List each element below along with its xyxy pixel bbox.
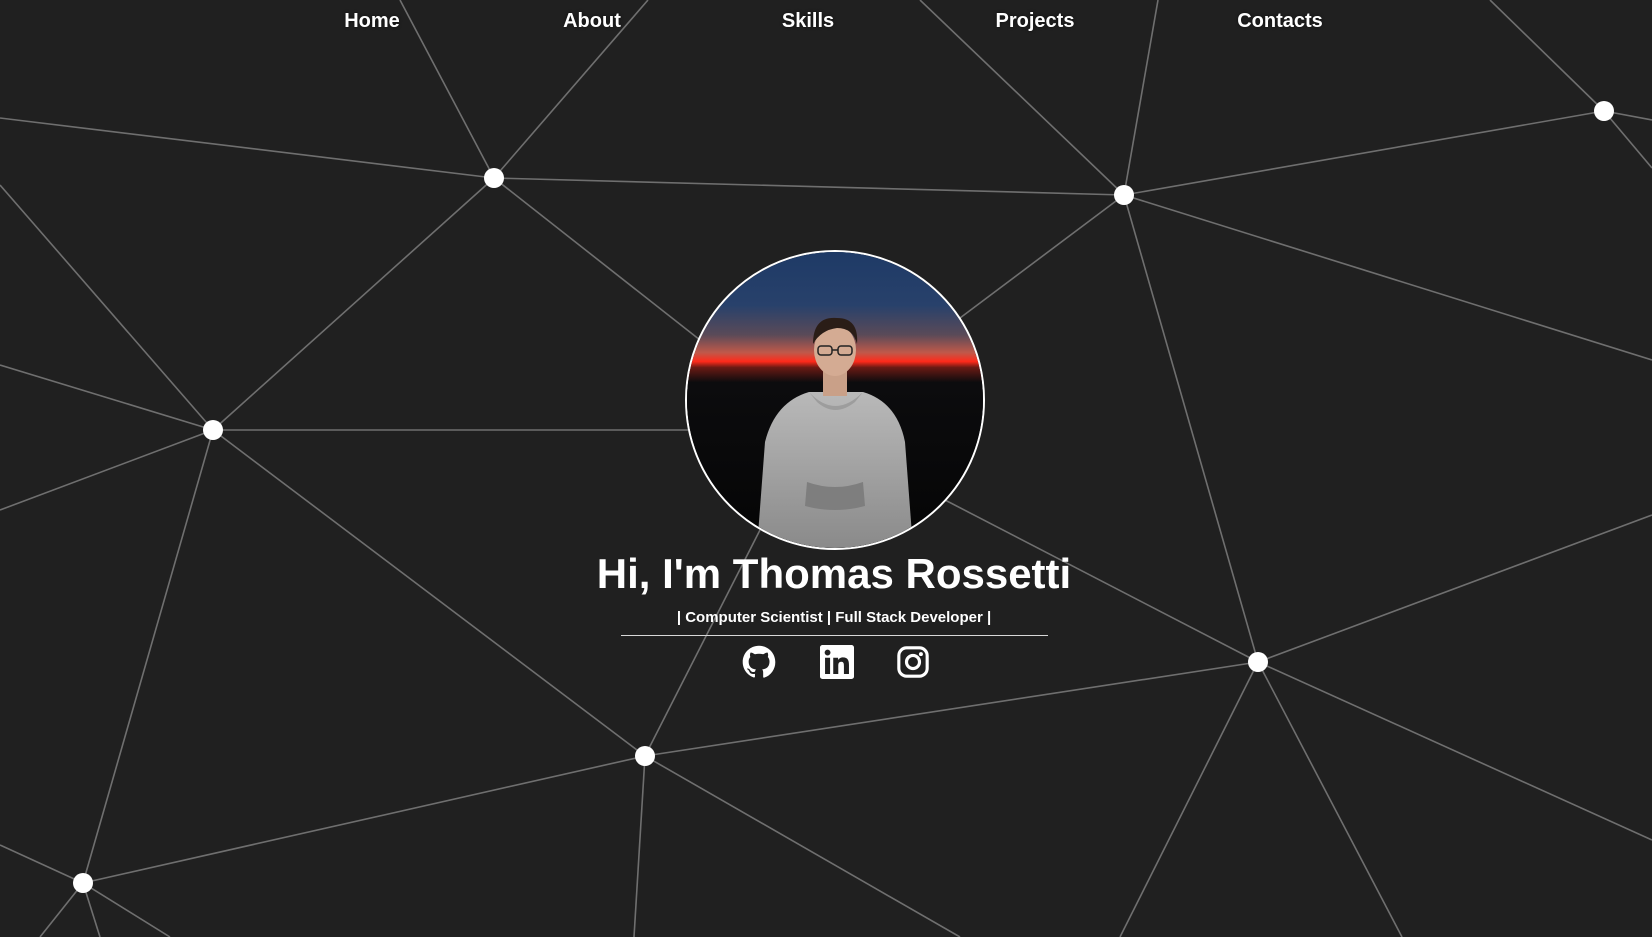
page: Home About Skills Projects Contacts Hi, …	[0, 0, 1652, 937]
top-navigation: Home About Skills Projects Contacts	[0, 0, 1652, 48]
github-link[interactable]	[742, 645, 776, 679]
hero-subtitle: | Computer Scientist | Full Stack Develo…	[676, 609, 992, 626]
github-icon	[742, 645, 776, 678]
hero-title: Hi, I'm Thomas Rossetti	[596, 550, 1072, 597]
linkedin-icon	[820, 645, 854, 679]
profile-photo-image	[687, 252, 983, 548]
nav-about[interactable]: About	[563, 10, 621, 33]
instagram-link[interactable]	[896, 645, 930, 679]
nav-skills[interactable]: Skills	[782, 10, 834, 33]
nav-home[interactable]: Home	[344, 10, 400, 33]
nav-projects[interactable]: Projects	[996, 10, 1075, 33]
linkedin-link[interactable]	[820, 645, 854, 679]
hero-divider	[621, 635, 1048, 636]
nav-contacts[interactable]: Contacts	[1237, 10, 1323, 33]
instagram-icon	[897, 646, 929, 678]
profile-photo	[685, 250, 985, 550]
